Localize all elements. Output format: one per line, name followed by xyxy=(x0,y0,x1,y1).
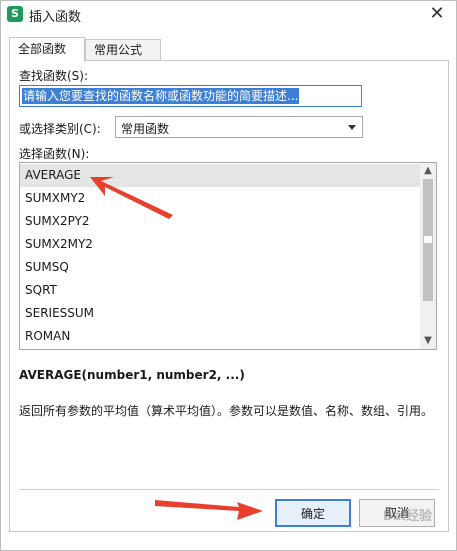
list-item[interactable]: SUMX2PY2 xyxy=(20,210,420,233)
close-icon[interactable]: ✕ xyxy=(426,3,448,25)
watermark-logo: Bai经验 xyxy=(382,509,432,524)
list-item[interactable]: SUMXMY2 xyxy=(20,187,420,210)
app-logo-icon: S xyxy=(7,6,23,22)
search-input-value: 请输入您要查找的函数名称或函数功能的简要描述... xyxy=(22,88,300,104)
title-bar: S 插入函数 ✕ xyxy=(1,1,456,29)
list-scrollbar[interactable]: ▲ ▼ xyxy=(420,163,436,349)
list-item[interactable]: SQRT xyxy=(20,279,420,302)
search-input[interactable]: 请输入您要查找的函数名称或函数功能的简要描述... xyxy=(19,85,362,107)
chevron-down-icon xyxy=(348,125,356,130)
insert-function-dialog: S 插入函数 ✕ 全部函数 常用公式 查找函数(S): 请输入您要查找的函数名称… xyxy=(0,0,457,551)
category-selected-value: 常用函数 xyxy=(121,122,170,136)
category-select[interactable]: 常用函数 xyxy=(115,116,363,138)
ok-button[interactable]: 确定 xyxy=(275,499,351,527)
function-signature: AVERAGE(number1, number2, ...) xyxy=(19,368,245,382)
category-label: 或选择类别(C): xyxy=(19,122,101,136)
scroll-up-icon[interactable]: ▲ xyxy=(420,163,436,179)
dialog-title: 插入函数 xyxy=(29,10,82,25)
tab-common-formulas[interactable]: 常用公式 xyxy=(85,39,161,61)
function-description: 返回所有参数的平均值（算术平均值）。参数可以是数值、名称、数组、引用。 xyxy=(19,404,434,418)
function-list-label: 选择函数(N): xyxy=(19,147,90,161)
scroll-grip-icon xyxy=(423,235,433,244)
list-item[interactable]: SUMSQ xyxy=(20,256,420,279)
function-listbox[interactable]: AVERAGE SUMXMY2 SUMX2PY2 SUMX2MY2 SUMSQ … xyxy=(19,162,437,350)
list-item[interactable]: SUMX2MY2 xyxy=(20,233,420,256)
search-label: 查找函数(S): xyxy=(19,69,89,83)
list-item[interactable]: AVERAGE xyxy=(20,164,420,187)
tab-panel: 查找函数(S): 请输入您要查找的函数名称或函数功能的简要描述... 或选择类别… xyxy=(9,60,449,532)
list-item[interactable]: ROMAN xyxy=(20,325,420,348)
scroll-down-icon[interactable]: ▼ xyxy=(420,333,436,349)
divider xyxy=(19,489,439,490)
list-item[interactable]: SERIESSUM xyxy=(20,302,420,325)
tab-all-functions[interactable]: 全部函数 xyxy=(9,37,85,62)
